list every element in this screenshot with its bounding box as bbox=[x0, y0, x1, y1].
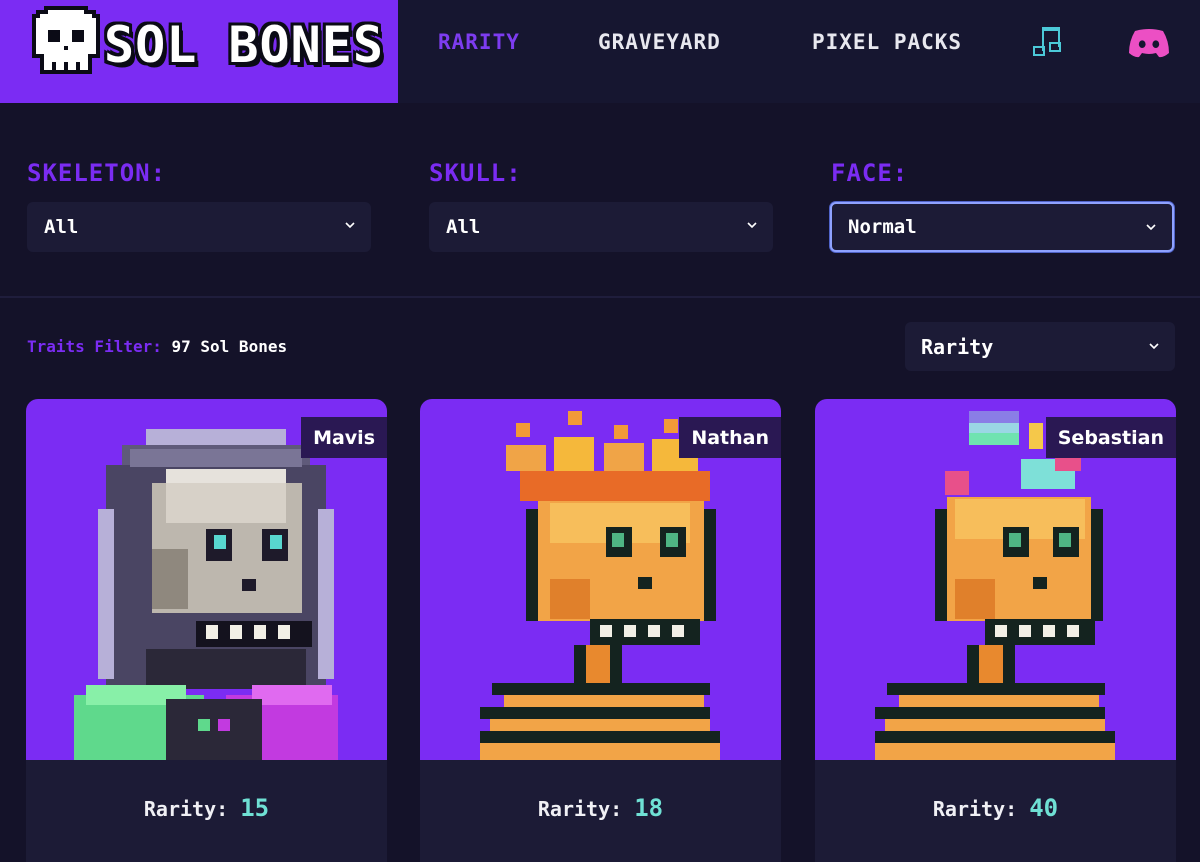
discord-icon[interactable] bbox=[1127, 27, 1171, 59]
card-name-badge: Mavis bbox=[301, 417, 387, 458]
nav-graveyard[interactable]: GRAVEYARD bbox=[598, 30, 721, 54]
card-name-badge: Sebastian bbox=[1045, 417, 1176, 458]
trait-filters: SKELETON: All SKULL: All FACE: Normal bbox=[0, 103, 1200, 297]
skull-select[interactable]: All bbox=[429, 202, 773, 252]
chevron-down-icon bbox=[1149, 343, 1159, 350]
traits-filter-label: Traits Filter: bbox=[27, 337, 162, 356]
nft-card[interactable]: Mavis Rarity: 15 bbox=[26, 399, 387, 862]
chevron-down-icon bbox=[1146, 224, 1156, 231]
rarity-label: Rarity: bbox=[537, 797, 623, 821]
card-rarity: Rarity: 15 bbox=[26, 794, 387, 822]
nft-card[interactable]: Sebastian Rarity: 40 bbox=[815, 399, 1176, 862]
nav-rarity[interactable]: RARITY bbox=[438, 30, 520, 54]
nav-pixel-packs[interactable]: PIXEL PACKS bbox=[812, 30, 962, 54]
music-note-icon[interactable] bbox=[1030, 25, 1062, 59]
results-count: 97 Sol Bones bbox=[171, 337, 288, 356]
skull-logo-icon bbox=[32, 6, 100, 74]
skeleton-select-value: All bbox=[44, 216, 79, 238]
brand-logo[interactable]: SOL BONES bbox=[0, 0, 398, 103]
rarity-value: 15 bbox=[240, 794, 270, 822]
rarity-label: Rarity: bbox=[932, 797, 1018, 821]
chevron-down-icon bbox=[747, 222, 757, 229]
card-name-badge: Nathan bbox=[679, 417, 781, 458]
skull-filter-label: SKULL: bbox=[429, 159, 522, 187]
card-rarity: Rarity: 18 bbox=[420, 794, 781, 822]
face-filter-label: FACE: bbox=[831, 159, 909, 187]
nft-artwork: Nathan bbox=[420, 399, 781, 760]
results-summary: Traits Filter: 97 Sol Bones bbox=[27, 337, 287, 356]
card-rarity: Rarity: 40 bbox=[815, 794, 1176, 822]
sort-select-value: Rarity bbox=[921, 334, 994, 359]
rarity-value: 40 bbox=[1029, 794, 1059, 822]
brand-name: SOL BONES bbox=[104, 16, 384, 74]
face-select-value: Normal bbox=[848, 216, 917, 238]
skull-select-value: All bbox=[446, 216, 481, 238]
section-divider bbox=[0, 296, 1200, 298]
rarity-value: 18 bbox=[634, 794, 664, 822]
nft-artwork: Mavis bbox=[26, 399, 387, 760]
chevron-down-icon bbox=[345, 222, 355, 229]
skeleton-filter-label: SKELETON: bbox=[27, 159, 167, 187]
sort-select[interactable]: Rarity bbox=[905, 322, 1175, 371]
nft-card[interactable]: Nathan Rarity: 18 bbox=[420, 399, 781, 862]
skeleton-select[interactable]: All bbox=[27, 202, 371, 252]
face-select[interactable]: Normal bbox=[830, 202, 1174, 252]
top-navbar: SOL BONES RARITY GRAVEYARD PIXEL PACKS bbox=[0, 0, 1200, 103]
rarity-label: Rarity: bbox=[143, 797, 229, 821]
nft-artwork: Sebastian bbox=[815, 399, 1176, 760]
